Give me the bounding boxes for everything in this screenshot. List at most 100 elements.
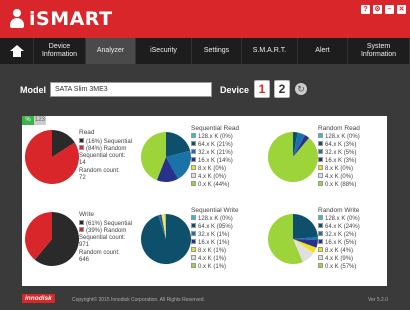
rand-read-row-2: 32.x K (5%)	[318, 149, 356, 157]
rand-write-row-3: 16.x K (5%)	[318, 239, 356, 247]
seq-write-row-1-swatch	[191, 223, 196, 228]
settings-icon[interactable]: ⚙	[373, 5, 382, 14]
rand-write-row-2-label: 32.x K	[325, 232, 343, 238]
user-icon	[10, 9, 24, 29]
seq-read-row-4-swatch	[191, 165, 196, 170]
rand-write-row-6-pct: (57%)	[340, 264, 357, 270]
rand-write-row-1-label: 64.x K	[325, 224, 343, 230]
nav-item-system-information[interactable]: System Information	[348, 38, 410, 64]
rand-write-row-5-label: 4.x K	[325, 256, 339, 262]
rand-write-row-0-swatch	[318, 215, 323, 220]
seq-read-row-3: 16.x K (14%)	[191, 157, 233, 165]
nav-item-device-information[interactable]: Device Information	[34, 38, 86, 64]
percent-toggle[interactable]: %	[22, 116, 34, 125]
seq-read-row-2: 32.x K (21%)	[191, 149, 233, 157]
seq-read-row-4-label: 8.x K	[198, 166, 212, 172]
seq-read-row-4: 8.x K (0%)	[191, 165, 226, 173]
rand-read-row-0-swatch	[318, 133, 323, 138]
seq-read-row-1-label: 64.x K	[198, 142, 216, 148]
unit-toggle[interactable]: % 123	[22, 116, 46, 125]
seq-write-row-2-pct: (1%)	[216, 232, 230, 238]
seq-read-row-6-pct: (44%)	[213, 182, 230, 188]
minimize-icon[interactable]: –	[385, 5, 394, 14]
seq-read-row-0-pct: (0%)	[220, 134, 233, 140]
copyright-text: Copyright© 2015 Innodisk Corporation. Al…	[72, 297, 205, 303]
seq-read-row-1-pct: (21%)	[216, 142, 233, 148]
read-rand-count: 72	[79, 175, 86, 181]
model-select[interactable]: SATA Slim 3ME3	[50, 82, 212, 97]
rand-write-row-1: 64.x K (24%)	[318, 223, 360, 231]
refresh-icon[interactable]: ↻	[295, 83, 307, 95]
app-logo: iSMART	[10, 8, 113, 30]
write-pie	[25, 212, 79, 266]
rand-write-pie	[268, 214, 318, 264]
seq-write-row-3-swatch	[191, 239, 196, 244]
rand-read-row-3-pct: (3%)	[343, 158, 357, 164]
title-bar: iSMART ? ⚙ – ✕	[0, 0, 410, 38]
seq-write-row-0-swatch	[191, 215, 196, 220]
nav-item-alert[interactable]: Alert	[298, 38, 348, 64]
write-title: Write	[79, 211, 95, 218]
rand-write-row-1-swatch	[318, 223, 323, 228]
nav-item-s-m-a-r-t[interactable]: S.M.A.R.T.	[242, 38, 298, 64]
nav-item-isecurity[interactable]: iSecurity	[136, 38, 192, 64]
seq-read-row-5-label: 4.x K	[198, 174, 212, 180]
write-rand-count-label: Random count:	[79, 250, 120, 256]
seq-read-row-5: 4.x K (0%)	[191, 173, 226, 181]
seq-read-row-3-label: 16.x K	[198, 158, 216, 164]
seq-write-pie	[141, 214, 191, 264]
rand-write-pie-slice-1	[293, 214, 318, 239]
rand-read-row-5: 4.x K (0%)	[318, 173, 353, 181]
rand-read-row-2-swatch	[318, 149, 323, 154]
nav-item-settings[interactable]: Settings	[192, 38, 242, 64]
seq-read-row-0: 128.x K (0%)	[191, 133, 233, 141]
seq-write-row-6: 0.x K (1%)	[191, 263, 226, 271]
nav-item-analyzer[interactable]: Analyzer	[86, 38, 136, 64]
innodisk-logo: innodisk	[22, 294, 55, 303]
seq-write-row-5-label: 4.x K	[198, 256, 212, 262]
rand-read-row-3-swatch	[318, 157, 323, 162]
seq-write-row-4: 8.x K (1%)	[191, 247, 226, 255]
rand-read-row-0: 128.x K (0%)	[318, 133, 360, 141]
nav-home[interactable]	[0, 38, 34, 64]
rand-read-row-6-label: 0.x K	[325, 182, 339, 188]
home-icon	[9, 45, 24, 57]
close-icon[interactable]: ✕	[397, 5, 406, 14]
rand-write-row-4-swatch	[318, 247, 323, 252]
rand-read-row-2-pct: (5%)	[343, 150, 357, 156]
rand-read-row-6-pct: (88%)	[340, 182, 357, 188]
device-1-button[interactable]: 1	[254, 80, 270, 98]
seq-write-row-1: 64.x K (95%)	[191, 223, 233, 231]
rand-write-row-2: 32.x K (2%)	[318, 231, 356, 239]
seq-write-row-5-swatch	[191, 255, 196, 260]
read-seq-count: 14	[79, 160, 86, 166]
help-icon[interactable]: ?	[361, 5, 370, 14]
rand-read-row-3: 16.x K (3%)	[318, 157, 356, 165]
count-toggle[interactable]: 123	[34, 116, 46, 125]
analyzer-panel: % 123 Read (16%) Sequential (84%) Random Se…	[22, 116, 387, 286]
seq-write-row-6-label: 0.x K	[198, 264, 212, 270]
footer: innodisk Copyright© 2015 Innodisk Corpor…	[0, 287, 410, 310]
write-legend-rand-swatch	[79, 227, 84, 232]
seq-write-row-2-swatch	[191, 231, 196, 236]
rand-write-row-2-pct: (2%)	[343, 232, 357, 238]
rand-read-pie	[268, 132, 318, 182]
seq-read-row-3-pct: (14%)	[216, 158, 233, 164]
seq-read-row-2-label: 32.x K	[198, 150, 216, 156]
seq-write-row-1-pct: (95%)	[216, 224, 233, 230]
seq-read-row-2-swatch	[191, 149, 196, 154]
seq-read-row-1: 64.x K (21%)	[191, 141, 233, 149]
rand-read-pie-slice-6	[268, 132, 318, 182]
write-rand-count: 646	[79, 257, 90, 263]
seq-write-row-6-pct: (1%)	[213, 264, 227, 270]
device-2-button[interactable]: 2	[274, 80, 290, 98]
rand-read-row-6: 0.x K (88%)	[318, 181, 356, 189]
rand-write-row-3-pct: (5%)	[343, 240, 357, 246]
rand-read-row-4-pct: (0%)	[340, 166, 354, 172]
rand-write-row-4-pct: (4%)	[340, 248, 354, 254]
rand-read-row-1-pct: (3%)	[343, 142, 357, 148]
rand-write-row-6: 0.x K (57%)	[318, 263, 356, 271]
seq-read-row-1-swatch	[191, 141, 196, 146]
rand-read-row-6-swatch	[318, 181, 323, 186]
rand-write-row-5: 4.x K (9%)	[318, 255, 353, 263]
